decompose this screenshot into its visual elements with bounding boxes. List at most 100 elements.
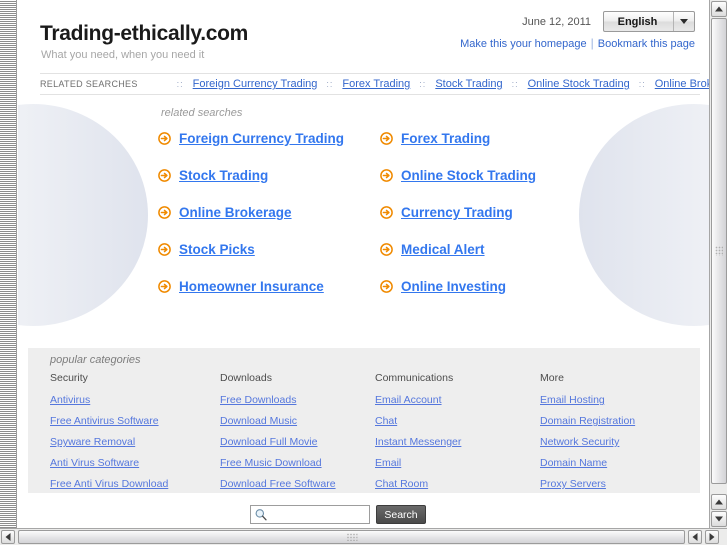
search-box[interactable]	[250, 505, 370, 524]
related-search-link[interactable]: Stock Picks	[179, 242, 255, 257]
scroll-right-button-left[interactable]	[688, 530, 702, 544]
arrow-circle-right-icon	[158, 243, 171, 256]
make-homepage-link[interactable]: Make this your homepage	[460, 38, 587, 50]
related-search-item[interactable]: Online Investing	[380, 279, 598, 294]
arrow-circle-right-icon	[380, 169, 393, 182]
category-link[interactable]: Download Free Software	[220, 478, 375, 490]
arrow-circle-right-icon	[380, 243, 393, 256]
vertical-scrollbar[interactable]	[709, 0, 727, 529]
site-tagline: What you need, when you need it	[41, 49, 205, 61]
browser-viewport: Trading-ethically.com What you need, whe…	[0, 0, 727, 545]
category-link[interactable]: Domain Registration	[540, 415, 690, 427]
related-search-item[interactable]: Online Brokerage	[158, 205, 380, 220]
related-searches-strip: RELATED SEARCHES :: Foreign Currency Tra…	[40, 73, 709, 95]
horizontal-thumb-grip	[346, 533, 357, 541]
scroll-up-button[interactable]	[711, 1, 727, 17]
left-gutter-stripes	[0, 0, 17, 529]
category-link[interactable]: Chat Room	[375, 478, 540, 490]
popular-categories-columns: Security Antivirus Free Antivirus Softwa…	[50, 372, 690, 499]
related-search-link[interactable]: Online Investing	[401, 279, 506, 294]
category-link[interactable]: Network Security	[540, 436, 690, 448]
page-canvas: Trading-ethically.com What you need, whe…	[18, 0, 709, 529]
category-link[interactable]: Instant Messenger	[375, 436, 540, 448]
category-column-communications: Communications Email Account Chat Instan…	[375, 372, 540, 499]
category-link[interactable]: Free Antivirus Software	[50, 415, 220, 427]
strip-link-0[interactable]: Foreign Currency Trading	[193, 78, 318, 90]
strip-dots-4: ::	[638, 79, 646, 89]
category-link[interactable]: Spyware Removal	[50, 436, 220, 448]
scroll-left-button[interactable]	[1, 530, 15, 544]
strip-link-2[interactable]: Stock Trading	[435, 78, 502, 90]
category-column-title: Security	[50, 372, 88, 384]
related-search-item[interactable]: Foreign Currency Trading	[158, 131, 380, 146]
category-link[interactable]: Free Downloads	[220, 394, 375, 406]
category-link[interactable]: Download Music	[220, 415, 375, 427]
related-search-link[interactable]: Medical Alert	[401, 242, 485, 257]
scroll-down-button[interactable]	[711, 511, 727, 527]
category-link[interactable]: Proxy Servers	[540, 478, 690, 490]
search-button[interactable]: Search	[376, 505, 426, 524]
strip-dots-0: ::	[176, 79, 184, 89]
horizontal-scrollbar-thumb[interactable]	[18, 530, 685, 544]
category-link[interactable]: Free Music Download	[220, 457, 375, 469]
category-link[interactable]: Chat	[375, 415, 540, 427]
vertical-scrollbar-thumb[interactable]	[711, 18, 727, 484]
category-column-security: Security Antivirus Free Antivirus Softwa…	[50, 372, 220, 499]
language-select-arrow-cell[interactable]	[673, 12, 694, 31]
strip-link-4[interactable]: Online Brokerage	[655, 78, 709, 90]
related-search-link[interactable]: Foreign Currency Trading	[179, 131, 344, 146]
category-column-title: Communications	[375, 372, 454, 384]
category-link[interactable]: Email Account	[375, 394, 540, 406]
horizontal-scrollbar[interactable]	[0, 528, 727, 545]
related-search-link[interactable]: Homeowner Insurance	[179, 279, 324, 294]
category-link[interactable]: Email Hosting	[540, 394, 690, 406]
related-search-link[interactable]: Online Stock Trading	[401, 168, 536, 183]
arrow-circle-right-icon	[380, 132, 393, 145]
related-search-item[interactable]: Online Stock Trading	[380, 168, 598, 183]
category-link[interactable]: Anti Virus Software	[50, 457, 220, 469]
related-search-link[interactable]: Stock Trading	[179, 168, 268, 183]
related-search-link[interactable]: Forex Trading	[401, 131, 490, 146]
arrow-circle-right-icon	[158, 169, 171, 182]
related-searches-heading: related searches	[161, 107, 243, 119]
scroll-up-arrow-icon	[715, 499, 723, 505]
category-column-downloads: Downloads Free Downloads Download Music …	[220, 372, 375, 499]
arrow-circle-right-icon	[380, 206, 393, 219]
related-search-link[interactable]: Currency Trading	[401, 205, 513, 220]
scroll-down-button-upper[interactable]	[711, 494, 727, 510]
search-input[interactable]	[271, 506, 369, 523]
arrow-circle-right-icon	[158, 206, 171, 219]
scroll-left-arrow-icon	[692, 533, 698, 541]
category-link[interactable]: Domain Name	[540, 457, 690, 469]
related-search-item[interactable]: Currency Trading	[380, 205, 598, 220]
arrow-circle-right-icon	[158, 280, 171, 293]
popular-categories-heading: popular categories	[50, 354, 141, 366]
scroll-right-arrow-icon	[709, 533, 715, 541]
decorative-circle-right	[579, 104, 709, 326]
related-searches-main: related searches Foreign Currency Tradin…	[158, 107, 598, 294]
popular-categories-box: popular categories Security Antivirus Fr…	[28, 348, 700, 493]
category-link[interactable]: Email	[375, 457, 540, 469]
current-date: June 12, 2011	[522, 16, 591, 28]
page-title: Trading-ethically.com	[40, 22, 249, 45]
related-search-item[interactable]: Forex Trading	[380, 131, 598, 146]
related-search-item[interactable]: Stock Picks	[158, 242, 380, 257]
related-search-item[interactable]: Stock Trading	[158, 168, 380, 183]
language-select[interactable]: English	[603, 11, 695, 32]
related-search-item[interactable]: Medical Alert	[380, 242, 598, 257]
language-select-value: English	[617, 15, 658, 28]
decorative-circle-left	[18, 104, 148, 326]
category-link[interactable]: Download Full Movie	[220, 436, 375, 448]
strip-link-1[interactable]: Forex Trading	[342, 78, 410, 90]
related-search-link[interactable]: Online Brokerage	[179, 205, 292, 220]
scroll-up-arrow-icon	[715, 6, 723, 12]
scroll-left-arrow-icon	[5, 533, 11, 541]
category-link[interactable]: Free Anti Virus Download	[50, 478, 220, 490]
related-search-item[interactable]: Homeowner Insurance	[158, 279, 380, 294]
page-header: Trading-ethically.com What you need, whe…	[28, 10, 700, 68]
strip-dots-2: ::	[419, 79, 427, 89]
scroll-right-button[interactable]	[705, 530, 719, 544]
category-link[interactable]: Antivirus	[50, 394, 220, 406]
strip-link-3[interactable]: Online Stock Trading	[528, 78, 630, 90]
bookmark-page-link[interactable]: Bookmark this page	[598, 38, 695, 50]
